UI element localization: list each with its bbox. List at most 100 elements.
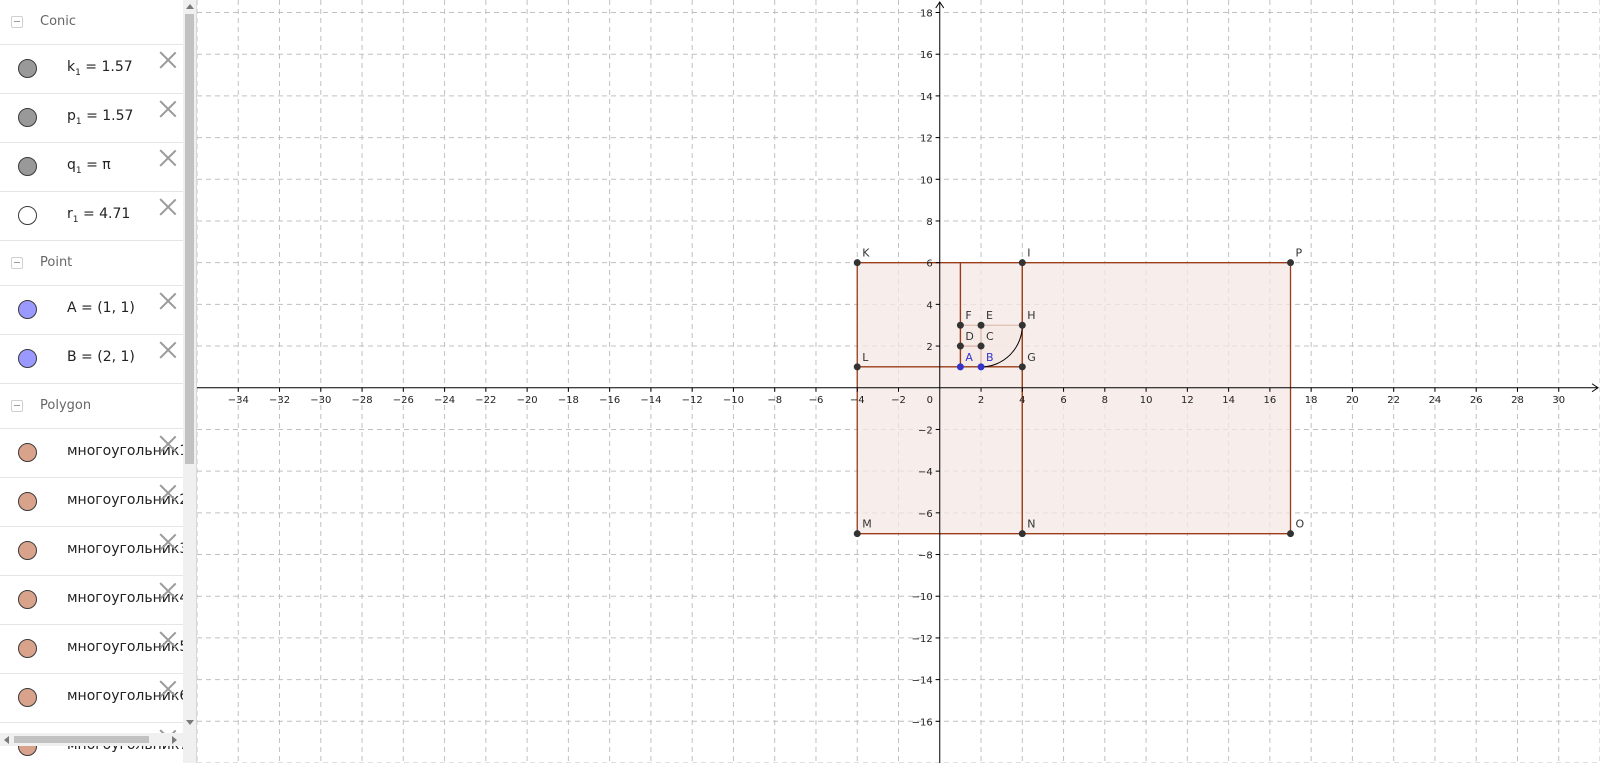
algebra-item[interactable]: B = (2, 1) — [0, 335, 183, 384]
algebra-item[interactable]: p1 = 1.57 — [0, 94, 183, 143]
collapse-toggle-icon[interactable] — [11, 400, 23, 412]
delete-close-icon[interactable] — [159, 100, 177, 118]
x-tick-label: 2 — [978, 395, 984, 406]
visibility-toggle-icon[interactable] — [18, 206, 37, 225]
point-F[interactable] — [956, 321, 964, 329]
point-E[interactable] — [977, 321, 985, 329]
algebra-item[interactable]: A = (1, 1) — [0, 286, 183, 335]
delete-close-icon[interactable] — [159, 484, 177, 502]
delete-close-icon[interactable] — [159, 51, 177, 69]
delete-close-icon[interactable] — [159, 631, 177, 649]
point-H[interactable] — [1018, 321, 1026, 329]
point-A[interactable] — [956, 363, 964, 371]
y-tick-label: −4 — [918, 467, 933, 478]
delete-close-icon[interactable] — [159, 198, 177, 216]
polygon-shape[interactable] — [856, 262, 962, 368]
y-tick-label: 12 — [920, 134, 933, 145]
delete-close-icon[interactable] — [159, 435, 177, 453]
algebra-item[interactable]: многоугольник1 = — [0, 429, 187, 478]
visibility-toggle-icon[interactable] — [18, 108, 37, 127]
scrollbar-thumb[interactable] — [185, 14, 194, 464]
point-C[interactable] — [977, 342, 985, 350]
point-label-O[interactable]: O — [1296, 518, 1305, 531]
group-header-conic[interactable]: Conic — [0, 0, 183, 45]
point-label-H[interactable]: H — [1027, 309, 1035, 322]
visibility-toggle-icon[interactable] — [18, 590, 37, 609]
delete-close-icon[interactable] — [159, 149, 177, 167]
x-tick-label: −18 — [558, 395, 579, 406]
algebra-list: Conic k1 = 1.57 p1 = 1.57 q1 = π r1 = 4.71 Po… — [0, 0, 187, 763]
delete-close-icon[interactable] — [159, 582, 177, 600]
scroll-down-arrow-icon[interactable] — [186, 720, 194, 725]
point-label-M[interactable]: M — [862, 518, 872, 531]
visibility-toggle-icon[interactable] — [18, 59, 37, 78]
item-name: k — [67, 59, 76, 75]
point-label-L[interactable]: L — [862, 351, 869, 364]
point-label-D[interactable]: D — [965, 330, 973, 343]
point-D[interactable] — [956, 342, 964, 350]
point-K[interactable] — [853, 259, 861, 267]
scroll-left-arrow-icon[interactable] — [4, 736, 9, 744]
visibility-toggle-icon[interactable] — [18, 300, 37, 319]
visibility-toggle-icon[interactable] — [18, 349, 37, 368]
point-label-G[interactable]: G — [1027, 351, 1036, 364]
point-M[interactable] — [853, 530, 861, 538]
algebra-vertical-scrollbar[interactable] — [183, 0, 196, 763]
x-tick-label: 28 — [1511, 395, 1524, 406]
algebra-item[interactable]: многоугольник5 = — [0, 625, 187, 674]
point-P[interactable] — [1287, 259, 1295, 267]
delete-close-icon[interactable] — [159, 533, 177, 551]
algebra-item[interactable]: многоугольник2 = — [0, 478, 187, 527]
point-L[interactable] — [853, 363, 861, 371]
point-B[interactable] — [977, 363, 985, 371]
algebra-horizontal-scrollbar[interactable] — [0, 733, 183, 746]
x-tick-label: 18 — [1305, 395, 1318, 406]
visibility-toggle-icon[interactable] — [18, 492, 37, 511]
point-N[interactable] — [1018, 530, 1026, 538]
group-header-point[interactable]: Point — [0, 241, 183, 286]
point-label-N[interactable]: N — [1027, 518, 1035, 531]
scroll-up-arrow-icon[interactable] — [186, 4, 194, 9]
point-label-C[interactable]: C — [986, 330, 994, 343]
x-tick-label: 26 — [1470, 395, 1483, 406]
point-label-K[interactable]: K — [862, 247, 870, 260]
scroll-right-arrow-icon[interactable] — [172, 736, 177, 744]
delete-close-icon[interactable] — [159, 680, 177, 698]
point-label-P[interactable]: P — [1296, 247, 1303, 260]
delete-close-icon[interactable] — [159, 292, 177, 310]
point-label-B[interactable]: B — [986, 351, 994, 364]
algebra-item[interactable]: q1 = π — [0, 143, 183, 192]
point-G[interactable] — [1018, 363, 1026, 371]
collapse-toggle-icon[interactable] — [11, 257, 23, 269]
point-O[interactable] — [1287, 530, 1295, 538]
algebra-item[interactable]: k1 = 1.57 — [0, 45, 183, 94]
point-label-A[interactable]: A — [965, 351, 973, 364]
delete-close-icon[interactable] — [159, 341, 177, 359]
visibility-toggle-icon[interactable] — [18, 443, 37, 462]
point-I[interactable] — [1018, 259, 1026, 267]
x-tick-label: −4 — [850, 395, 865, 406]
item-value: 1.57 — [102, 108, 134, 124]
point-label-I[interactable]: I — [1027, 247, 1030, 260]
visibility-toggle-icon[interactable] — [18, 157, 37, 176]
group-header-polygon[interactable]: Polygon — [0, 384, 183, 429]
graphics-canvas[interactable]: −34 −32 −30 −28 −26 −24 −22 −20 −18 −16 −14 −12 −10−… — [197, 0, 1600, 763]
item-name: p — [67, 108, 76, 124]
x-tick-label: 4 — [1019, 395, 1025, 406]
x-tick-label: −10 — [723, 395, 744, 406]
y-tick-label: 8 — [926, 217, 932, 228]
algebra-item[interactable]: многоугольник4 = — [0, 576, 187, 625]
collapse-toggle-icon[interactable] — [11, 16, 23, 28]
visibility-toggle-icon[interactable] — [18, 688, 37, 707]
algebra-item[interactable]: многоугольник3 = — [0, 527, 187, 576]
y-tick-label: −16 — [912, 717, 933, 728]
point-label-E[interactable]: E — [986, 309, 993, 322]
scrollbar-thumb[interactable] — [14, 736, 149, 743]
item-value: 1.57 — [101, 59, 133, 75]
algebra-item[interactable]: многоугольник6 = — [0, 674, 187, 723]
algebra-item[interactable]: r1 = 4.71 — [0, 192, 183, 241]
visibility-toggle-icon[interactable] — [18, 541, 37, 560]
graphics-view[interactable]: −34 −32 −30 −28 −26 −24 −22 −20 −18 −16 −14 −12 −10−… — [197, 0, 1600, 763]
point-label-F[interactable]: F — [965, 309, 971, 322]
visibility-toggle-icon[interactable] — [18, 639, 37, 658]
